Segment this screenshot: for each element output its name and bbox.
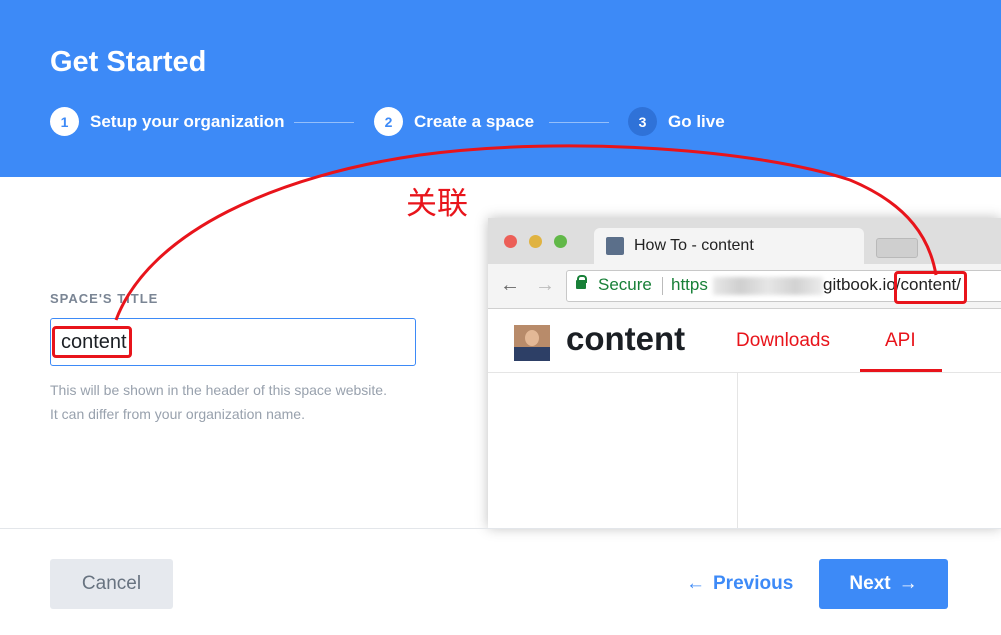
annotation-box-input <box>52 326 132 358</box>
annotation-overlay <box>114 144 938 321</box>
annotation-box-url <box>894 271 967 304</box>
annotation-label: 关联 <box>406 186 468 221</box>
annotation-arc <box>114 144 938 321</box>
